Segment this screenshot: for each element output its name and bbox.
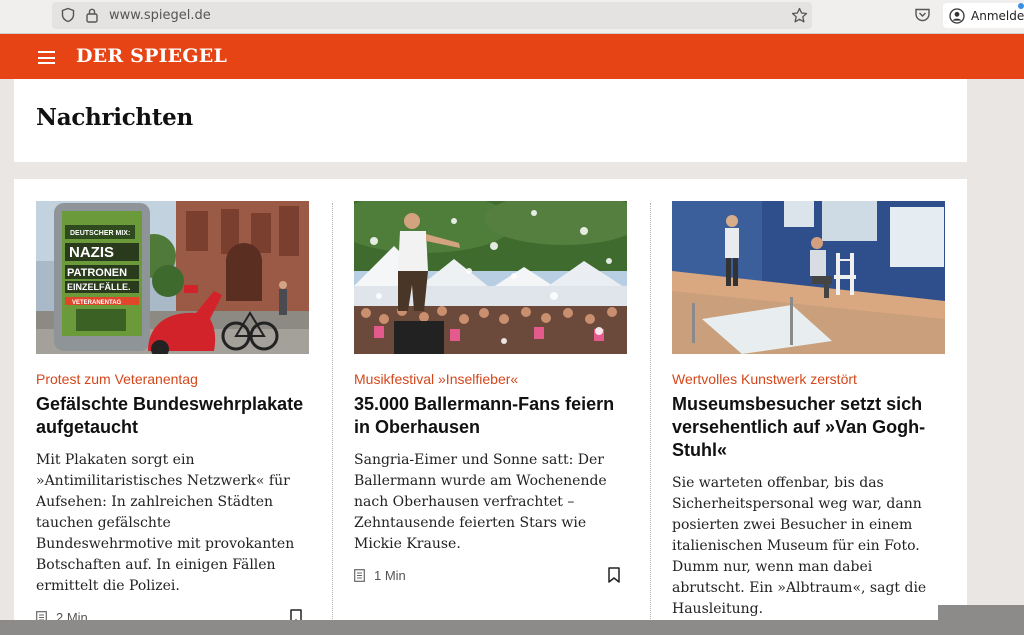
- column-divider: [332, 203, 333, 635]
- poster-text: NAZIS: [69, 244, 114, 261]
- article-teaser[interactable]: Wertvolles Kunstwerk zerstört Museumsbes…: [672, 201, 946, 620]
- star-icon[interactable]: [791, 7, 808, 24]
- article-kicker[interactable]: Protest zum Veteranentag: [36, 371, 310, 387]
- poster-text: DEUTSCHER MIX:: [70, 230, 130, 237]
- poster-text: EINZELFÄLLE.: [67, 282, 131, 292]
- login-button[interactable]: Anmelden: [943, 3, 1024, 28]
- shield-icon[interactable]: [60, 7, 76, 23]
- article-headline[interactable]: Museumsbesucher setzt sich versehentlich…: [672, 393, 946, 462]
- site-header: DER SPIEGEL: [0, 34, 1024, 79]
- article-meta: 1 Min: [354, 566, 628, 586]
- read-time: 1 Min: [374, 568, 406, 583]
- bookmark-icon[interactable]: [608, 567, 620, 583]
- article-teaser-text[interactable]: Sangria-Eimer und Sonne satt: Der Baller…: [354, 450, 628, 555]
- poster-text: PATRONEN: [67, 267, 127, 279]
- article-headline[interactable]: Gefälschte Bundeswehrplakate aufgetaucht: [36, 393, 310, 439]
- article-teaser[interactable]: DEUTSCHER MIX: NAZIS PATRONEN EINZELFÄLL…: [36, 201, 310, 628]
- login-label: Anmelden: [971, 8, 1024, 23]
- article-image[interactable]: [354, 201, 627, 354]
- lock-icon[interactable]: [85, 7, 99, 23]
- hamburger-menu-icon[interactable]: [38, 51, 55, 64]
- account-icon: [949, 7, 965, 24]
- horizontal-scrollbar[interactable]: [0, 620, 1024, 635]
- section-header: Nachrichten: [14, 79, 967, 162]
- article-teaser[interactable]: Musikfestival »Inselfieber« 35.000 Balle…: [354, 201, 628, 586]
- scrollbar-corner: [938, 605, 1024, 620]
- address-bar[interactable]: www.spiegel.de: [52, 2, 812, 29]
- site-logo[interactable]: DER SPIEGEL: [76, 45, 227, 67]
- document-icon: [354, 569, 365, 582]
- article-kicker[interactable]: Musikfestival »Inselfieber«: [354, 371, 628, 387]
- column-divider: [650, 203, 651, 635]
- url-text[interactable]: www.spiegel.de: [109, 8, 211, 23]
- page-gutter: [967, 79, 1024, 635]
- article-image[interactable]: DEUTSCHER MIX: NAZIS PATRONEN EINZELFÄLL…: [36, 201, 309, 354]
- pocket-icon[interactable]: [914, 7, 931, 23]
- article-kicker[interactable]: Wertvolles Kunstwerk zerstört: [672, 371, 946, 387]
- poster-text: VETERANENTAG: [72, 300, 122, 306]
- teaser-list: DEUTSCHER MIX: NAZIS PATRONEN EINZELFÄLL…: [14, 179, 967, 635]
- notification-dot: [1018, 3, 1024, 9]
- article-image[interactable]: [672, 201, 945, 354]
- article-headline[interactable]: 35.000 Ballermann-Fans feiern in Oberhau…: [354, 393, 628, 439]
- browser-toolbar: www.spiegel.de Anmelden: [0, 0, 1024, 34]
- article-teaser-text[interactable]: Mit Plakaten sorgt ein »Antimilitaristis…: [36, 450, 310, 597]
- article-teaser-text[interactable]: Sie warteten offenbar, bis das Sicherhei…: [672, 473, 946, 620]
- page-title: Nachrichten: [36, 104, 193, 131]
